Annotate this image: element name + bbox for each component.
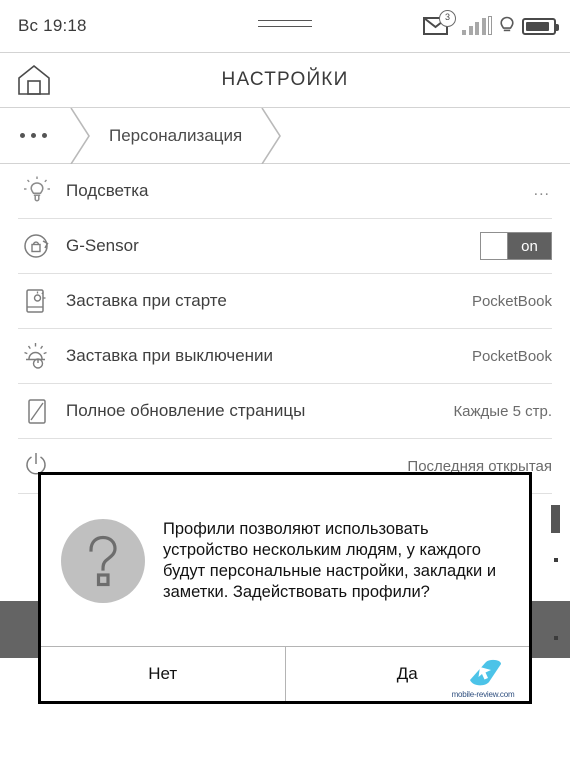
mail-badge: 3 <box>439 10 456 27</box>
rotation-lock-icon <box>18 229 56 263</box>
settings-row-value: ... <box>533 182 550 199</box>
settings-row-startup-logo[interactable]: Заставка при старте PocketBook <box>18 274 552 329</box>
settings-row-label: Заставка при старте <box>66 291 227 310</box>
signal-icon <box>462 16 492 35</box>
scrollbar-tick <box>554 636 558 640</box>
settings-row-poweroff-logo[interactable]: Заставка при выключении PocketBook <box>18 329 552 384</box>
settings-row-frontlight[interactable]: Подсветка ... <box>18 164 552 219</box>
home-icon[interactable] <box>16 63 52 97</box>
dialog-no-button[interactable]: Нет <box>41 647 286 701</box>
toggle-state-label: on <box>508 233 551 259</box>
gsensor-toggle[interactable]: on <box>480 232 552 260</box>
chevron-right-icon <box>261 107 282 164</box>
frontlight-bulb-icon[interactable] <box>499 16 515 36</box>
status-icons: 3 <box>423 10 559 38</box>
settings-row-value: PocketBook <box>471 347 552 365</box>
settings-row-page-refresh[interactable]: Полное обновление страницы Каждые 5 стр. <box>18 384 552 439</box>
dialog-message: Профили позволяют использовать устройств… <box>163 519 497 601</box>
profiles-confirm-dialog: Профили позволяют использовать устройств… <box>38 472 532 704</box>
question-mark-icon <box>61 518 145 603</box>
status-clock: Вс 19:18 <box>18 16 87 35</box>
drag-handle-icon[interactable] <box>258 20 312 29</box>
mail-icon[interactable]: 3 <box>423 10 456 38</box>
settings-row-label: G-Sensor <box>66 236 139 255</box>
breadcrumb-overflow[interactable] <box>0 108 69 164</box>
home-glyph <box>18 64 50 95</box>
startup-logo-icon <box>18 284 56 318</box>
page-title: НАСТРОЙКИ <box>221 69 349 90</box>
toggle-knob <box>481 233 508 259</box>
settings-row-gsensor[interactable]: G-Sensor on <box>18 219 552 274</box>
scrollbar-tick <box>554 558 558 562</box>
lightbulb-icon <box>18 174 56 208</box>
breadcrumb-current-label: Персонализация <box>109 125 243 145</box>
dialog-body: Профили позволяют использовать устройств… <box>41 475 529 646</box>
poweroff-logo-icon <box>18 339 56 373</box>
breadcrumb: Персонализация <box>0 107 570 164</box>
list-scrollbar-thumb[interactable] <box>551 505 560 533</box>
breadcrumb-item-personalization[interactable]: Персонализация <box>91 108 260 164</box>
settings-row-label: Подсветка <box>66 181 149 200</box>
battery-icon <box>522 17 559 35</box>
title-bar: НАСТРОЙКИ <box>0 53 570 108</box>
dialog-buttons: Нет Да mobile-review.com <box>41 646 529 701</box>
settings-row-label: Заставка при выключении <box>66 346 274 365</box>
status-bar: Вс 19:18 3 <box>0 0 570 53</box>
settings-row-label: Полное обновление страницы <box>66 401 306 420</box>
settings-row-value: Каждые 5 стр. <box>453 402 552 420</box>
dialog-yes-button[interactable]: Да <box>285 647 529 701</box>
settings-row-value: PocketBook <box>471 292 552 310</box>
chevron-right-icon <box>70 107 90 164</box>
page-refresh-icon <box>18 394 56 428</box>
breadcrumb-overflow-dots-icon <box>0 133 69 138</box>
